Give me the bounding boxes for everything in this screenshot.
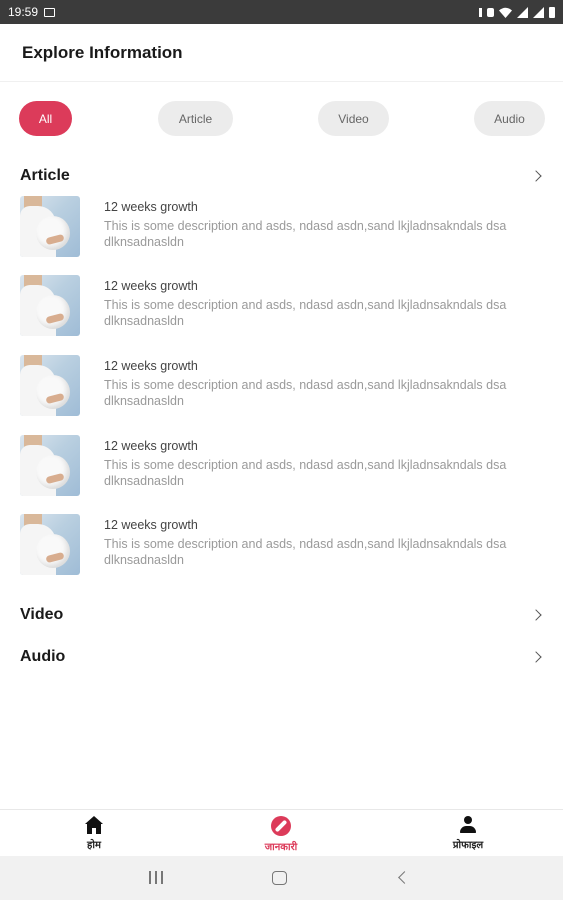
vibrate-icon <box>479 7 482 17</box>
chip-article[interactable]: Article <box>158 101 233 136</box>
article-list-item[interactable]: 12 weeks growth This is some description… <box>20 355 550 417</box>
pregnancy-thumbnail <box>20 435 80 496</box>
pregnancy-thumbnail <box>20 514 80 575</box>
article-description: This is some description and asds, ndasd… <box>104 219 507 249</box>
system-nav-bar <box>0 856 563 900</box>
article-description: This is some description and asds, ndasd… <box>104 378 507 408</box>
status-icons <box>479 6 555 18</box>
nav-label-home: होम <box>87 840 101 851</box>
article-title: 12 weeks growth <box>104 359 198 373</box>
chevron-right-icon[interactable] <box>530 170 542 182</box>
nav-label-profile: प्रोफाइल <box>452 840 484 851</box>
section-title-video: Video <box>20 606 64 623</box>
chevron-right-icon[interactable] <box>530 651 542 663</box>
bottom-nav: होम जानकारी प्रोफाइल <box>0 809 563 856</box>
article-title: 12 weeks growth <box>104 518 198 532</box>
person-icon <box>459 816 477 834</box>
article-list-item[interactable]: 12 weeks growth This is some description… <box>20 435 550 497</box>
article-description: This is some description and asds, ndasd… <box>104 298 507 328</box>
signal-icon <box>517 6 528 18</box>
page-title: Explore Information <box>22 42 183 62</box>
nav-item-home[interactable]: होम <box>54 816 134 851</box>
article-title: 12 weeks growth <box>104 439 198 453</box>
article-title: 12 weeks growth <box>104 279 198 293</box>
mute-icon <box>487 7 494 17</box>
pregnancy-thumbnail <box>20 355 80 416</box>
pregnancy-thumbnail <box>20 275 80 336</box>
chip-video[interactable]: Video <box>318 101 389 136</box>
compass-icon <box>271 816 291 836</box>
back-icon[interactable] <box>398 871 411 884</box>
nav-label-information: जानकारी <box>264 842 298 853</box>
battery-icon <box>549 6 555 18</box>
filter-chips: All Article Video Audio <box>0 101 563 137</box>
home-button-icon[interactable] <box>272 871 287 885</box>
article-list-item[interactable]: 12 weeks growth This is some description… <box>20 196 550 258</box>
signal-icon-2 <box>533 6 544 18</box>
status-time: 19:59 <box>8 5 39 19</box>
pregnancy-thumbnail <box>20 196 80 257</box>
section-title-article: Article <box>20 167 70 184</box>
article-description: This is some description and asds, ndasd… <box>104 458 507 488</box>
nav-item-profile[interactable]: प्रोफाइल <box>428 816 508 851</box>
section-header-article[interactable]: Article <box>20 165 545 187</box>
image-notification-icon <box>44 7 56 17</box>
section-header-audio[interactable]: Audio <box>20 646 545 668</box>
chip-all[interactable]: All <box>19 101 72 136</box>
home-icon <box>85 816 103 834</box>
section-header-video[interactable]: Video <box>20 604 545 626</box>
wifi-icon <box>499 7 512 18</box>
recents-icon[interactable] <box>149 871 163 884</box>
chip-audio[interactable]: Audio <box>474 101 545 136</box>
article-list-item[interactable]: 12 weeks growth This is some description… <box>20 275 550 337</box>
article-description: This is some description and asds, ndasd… <box>104 537 507 567</box>
chevron-right-icon[interactable] <box>530 609 542 621</box>
status-bar: 19:59 <box>0 0 563 24</box>
article-title: 12 weeks growth <box>104 200 198 214</box>
nav-item-information[interactable]: जानकारी <box>241 816 321 853</box>
article-list-item[interactable]: 12 weeks growth This is some description… <box>20 514 550 576</box>
section-title-audio: Audio <box>20 648 66 665</box>
app-bar: Explore Information <box>0 24 563 82</box>
